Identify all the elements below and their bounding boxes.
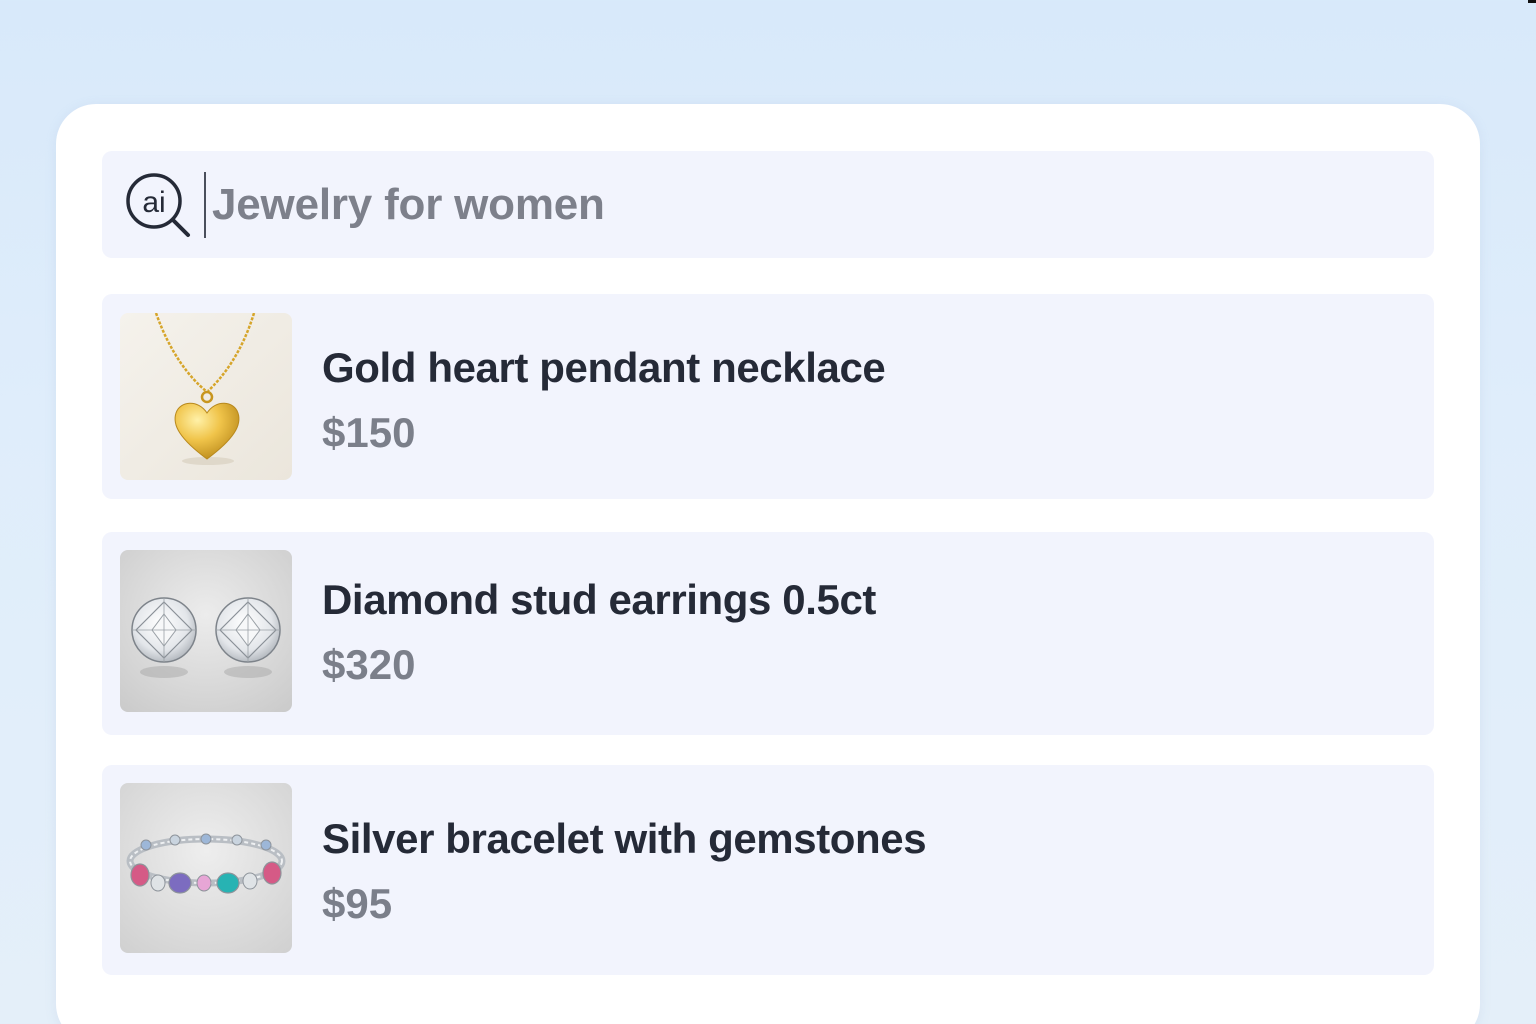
- result-title[interactable]: Gold heart pendant necklace: [322, 344, 886, 392]
- gold-heart-necklace-image[interactable]: [120, 313, 292, 480]
- result-price: $95: [322, 880, 393, 927]
- gemstone-bracelet-icon: [120, 783, 292, 953]
- ai-search-icon: ai: [126, 172, 190, 237]
- result-card-earrings[interactable]: Diamond stud earrings 0.5ct $320: [102, 532, 1434, 735]
- result-card-bracelet[interactable]: Silver bracelet with gemstones $95: [102, 765, 1434, 975]
- text-caret: [204, 171, 206, 238]
- ai-icon-label: ai: [142, 186, 165, 219]
- diamond-earrings-icon: [120, 550, 292, 712]
- result-title[interactable]: Silver bracelet with gemstones: [322, 815, 927, 863]
- result-price: $320: [322, 641, 416, 688]
- gemstone-bracelet-image[interactable]: [120, 783, 292, 953]
- result-price: $150: [322, 409, 416, 456]
- search-results-panel: ai Jewelry for women Gold heart pendant …: [56, 104, 1480, 1024]
- diamond-earrings-image[interactable]: [120, 550, 292, 712]
- result-card-necklace[interactable]: Gold heart pendant necklace $150: [102, 294, 1434, 499]
- search-bar[interactable]: ai Jewelry for women: [102, 151, 1434, 258]
- search-input[interactable]: Jewelry for women: [212, 180, 605, 230]
- result-title[interactable]: Diamond stud earrings 0.5ct: [322, 576, 876, 624]
- corner-mark: [1528, 0, 1536, 3]
- gold-heart-necklace-icon: [120, 313, 292, 480]
